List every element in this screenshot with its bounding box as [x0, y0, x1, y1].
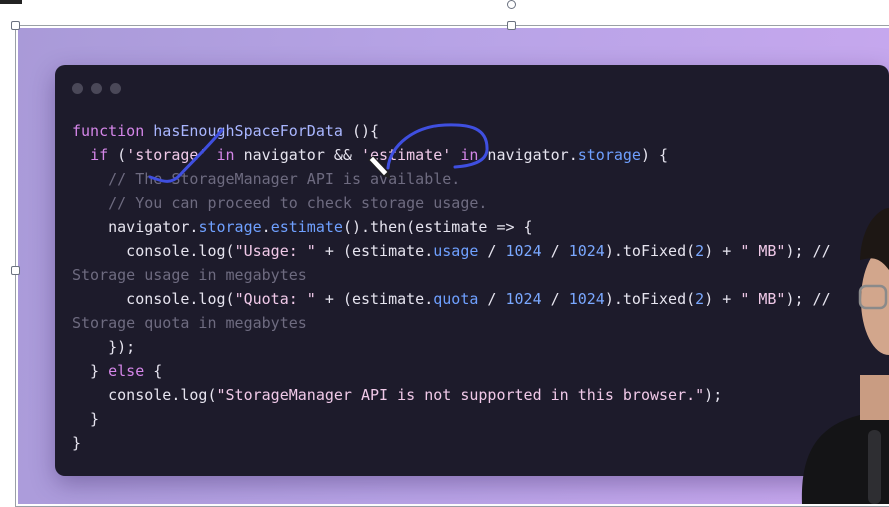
code-token: 1024 — [568, 290, 605, 308]
code-line: console.log("Usage: " + (estimate.usage … — [72, 239, 830, 263]
code-token: } — [72, 410, 100, 428]
code-line: // You can proceed to check storage usag… — [72, 191, 831, 215]
code-token: ).toFixed( — [604, 290, 696, 308]
code-token: " MB" — [740, 290, 786, 308]
code-token: 1024 — [505, 290, 542, 308]
code-token: // You can proceed to check storage usag… — [108, 194, 488, 212]
code-token: "StorageManager API is not supported in … — [216, 386, 705, 404]
code-token: ) { — [640, 146, 669, 164]
resize-handle-top-left[interactable] — [11, 21, 20, 30]
code-token: // The StorageManager API is available. — [108, 170, 461, 188]
code-line: Storage usage in megabytes — [72, 263, 831, 287]
code-token: Storage usage in megabytes — [72, 266, 307, 284]
code-token: / — [541, 290, 569, 308]
code-token: ) + — [704, 242, 741, 260]
code-token: usage — [433, 242, 479, 260]
code-token: Storage quota in megabytes — [72, 314, 307, 332]
code-token: ().then(estimate => { — [342, 218, 533, 236]
code-token: } — [72, 362, 109, 380]
code-token: 2 — [695, 290, 705, 308]
code-line: }); — [72, 335, 831, 359]
code-line: function hasEnoughSpaceForData (){ — [72, 119, 831, 143]
code-token: / — [478, 290, 506, 308]
code-token: quota — [433, 290, 479, 308]
code-token: estimate — [270, 218, 343, 236]
code-token: navigator. — [72, 218, 199, 236]
code-token: ); — [704, 386, 723, 404]
code-token: hasEnoughSpaceForData — [153, 122, 343, 140]
code-block: function hasEnoughSpaceForData (){ if ('… — [72, 119, 831, 455]
code-token: } — [72, 434, 82, 452]
code-token: "Usage: " — [234, 242, 316, 260]
code-token: " MB" — [740, 242, 786, 260]
resize-handle-left[interactable] — [11, 266, 20, 275]
code-token: navigator. — [478, 146, 578, 164]
code-token: 1024 — [568, 242, 605, 260]
code-token: if — [90, 146, 109, 164]
code-token: ) + — [704, 290, 741, 308]
code-token: 2 — [695, 242, 705, 260]
code-line: } else { — [72, 359, 831, 383]
code-token: in — [216, 146, 235, 164]
code-line: } — [72, 407, 831, 431]
window-dot — [91, 83, 102, 94]
resize-handle-top[interactable] — [507, 21, 516, 30]
code-token: . — [261, 218, 271, 236]
code-token: storage — [577, 146, 641, 164]
code-token: function — [72, 122, 154, 140]
code-window: function hasEnoughSpaceForData (){ if ('… — [55, 65, 889, 476]
top-left-edge-mark — [0, 0, 22, 4]
code-token: else — [108, 362, 145, 380]
code-token: storage — [198, 218, 262, 236]
code-token: in — [460, 146, 479, 164]
code-token: navigator && — [234, 146, 361, 164]
code-line: } — [72, 431, 831, 455]
code-token: + (estimate. — [315, 242, 434, 260]
code-token: / — [541, 242, 569, 260]
window-dot — [110, 83, 121, 94]
code-token: { — [144, 362, 163, 380]
window-dot — [72, 83, 83, 94]
presenter-webcam-overlay — [801, 208, 889, 504]
code-token: ).toFixed( — [604, 242, 696, 260]
code-token: console.log( — [72, 242, 235, 260]
rotate-handle[interactable] — [507, 0, 516, 9]
code-token: / — [478, 242, 506, 260]
code-token: console.log( — [72, 386, 217, 404]
code-token: + (estimate. — [315, 290, 434, 308]
code-line: // The StorageManager API is available. — [72, 167, 831, 191]
code-token: }); — [72, 338, 136, 356]
code-token: 'estimate' — [361, 146, 452, 164]
code-token: 1024 — [505, 242, 542, 260]
code-line: console.log("StorageManager API is not s… — [72, 383, 831, 407]
code-token: console.log( — [72, 290, 235, 308]
code-token: ( — [108, 146, 127, 164]
code-line: console.log("Quota: " + (estimate.quota … — [72, 287, 830, 311]
code-line: Storage quota in megabytes — [72, 311, 831, 335]
window-controls — [72, 83, 121, 94]
code-token: 'storage' — [126, 146, 208, 164]
code-token: "Quota: " — [234, 290, 316, 308]
code-line: navigator.storage.estimate().then(estima… — [72, 215, 831, 239]
code-token: (){ — [342, 122, 380, 140]
code-line: if ('storage' in navigator && 'estimate'… — [72, 143, 831, 167]
